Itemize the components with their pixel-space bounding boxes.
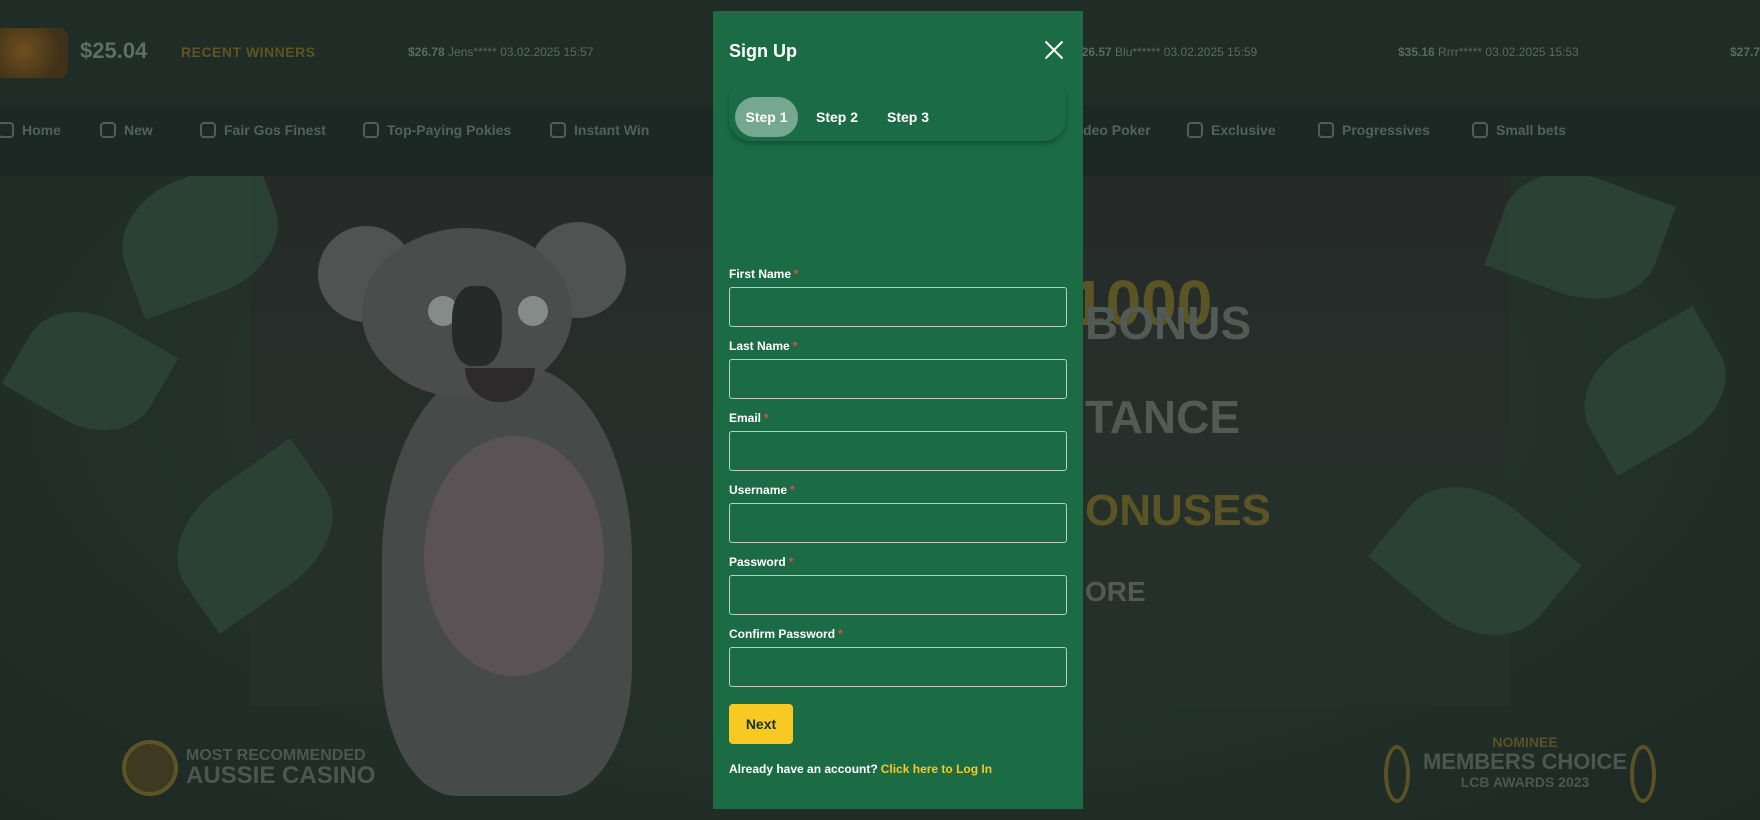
promo-bonus: BONUS	[1085, 297, 1252, 349]
tab-step-1[interactable]: Step 1	[735, 97, 798, 137]
crown-icon	[1187, 122, 1203, 138]
flame-icon	[363, 122, 379, 138]
first-name-label: First Name *	[729, 267, 799, 281]
promo-bonuses: ONUSES	[1085, 486, 1271, 535]
last-name-label: Last Name *	[729, 339, 798, 353]
jackpot-amount: $25.04	[80, 38, 148, 63]
diamond-icon	[100, 122, 116, 138]
confirm-password-label: Confirm Password *	[729, 627, 843, 641]
nav-item-fair-gos-finest[interactable]: Fair Gos Finest	[200, 122, 326, 138]
nav-item-home[interactable]: Home	[0, 122, 61, 138]
winner-entry: $35.16 Rrrr***** 03.02.2025 15:53	[1398, 45, 1579, 59]
tab-step-2[interactable]: Step 2	[813, 97, 861, 137]
promo-more: ORE	[1085, 576, 1146, 607]
winner-entry: $27.7	[1730, 45, 1760, 59]
promo-line: TANCE	[1085, 391, 1241, 443]
signup-modal: Sign Up Step 1 Step 2 Step 3 First Name *…	[713, 11, 1083, 809]
username-field[interactable]	[729, 503, 1067, 543]
nav-item-top-paying-pokies[interactable]: Top-Paying Pokies	[363, 122, 511, 138]
email-label: Email *	[729, 411, 769, 425]
nav-item-small-bets[interactable]: Small bets	[1472, 122, 1566, 138]
coin-icon	[1472, 122, 1488, 138]
medal-icon	[200, 122, 216, 138]
koala-belly	[424, 436, 604, 676]
nav-item-new[interactable]: New	[100, 122, 153, 138]
login-prompt-text: Already have an account?	[729, 762, 878, 776]
winner-entry: $26.57 Blu****** 03.02.2025 15:59	[1075, 45, 1258, 59]
tab-step-3[interactable]: Step 3	[884, 97, 932, 137]
lightning-icon	[550, 122, 566, 138]
koala-eye	[518, 296, 548, 326]
username-label: Username *	[729, 483, 795, 497]
badge-emblem	[122, 740, 178, 796]
login-link[interactable]: Click here to Log In	[881, 762, 992, 776]
first-name-field[interactable]	[729, 287, 1067, 327]
recent-winners-label: RECENT WINNERS	[181, 44, 316, 60]
modal-title: Sign Up	[729, 41, 797, 61]
nominee-badge: NOMINEE MEMBERS CHOICE LCB AWARDS 2023	[1422, 734, 1628, 790]
nav-item-progressives[interactable]: Progressives	[1318, 122, 1430, 138]
confirm-password-field[interactable]	[729, 647, 1067, 687]
step-tabs: Step 1 Step 2 Step 3	[729, 91, 1066, 141]
winner-entry: $26.78 Jens***** 03.02.2025 15:57	[408, 45, 594, 59]
password-field[interactable]	[729, 575, 1067, 615]
home-icon	[0, 122, 14, 138]
close-icon[interactable]	[1044, 40, 1064, 60]
password-label: Password *	[729, 555, 794, 569]
chart-icon	[1318, 122, 1334, 138]
last-name-field[interactable]	[729, 359, 1067, 399]
recommended-badge: MOST RECOMMENDED AUSSIE CASINO	[122, 740, 375, 796]
leaf-decoration	[1484, 176, 1676, 320]
email-field[interactable]	[729, 431, 1067, 471]
login-prompt: Already have an account? Click here to Lo…	[729, 762, 992, 776]
next-button[interactable]: Next	[729, 704, 793, 744]
nav-item-exclusive[interactable]: Exclusive	[1187, 122, 1276, 138]
leaf-decoration	[1562, 305, 1748, 477]
casino-logo[interactable]	[0, 28, 68, 78]
nav-item-instant-win[interactable]: Instant Win	[550, 122, 649, 138]
koala-nose	[452, 286, 502, 366]
